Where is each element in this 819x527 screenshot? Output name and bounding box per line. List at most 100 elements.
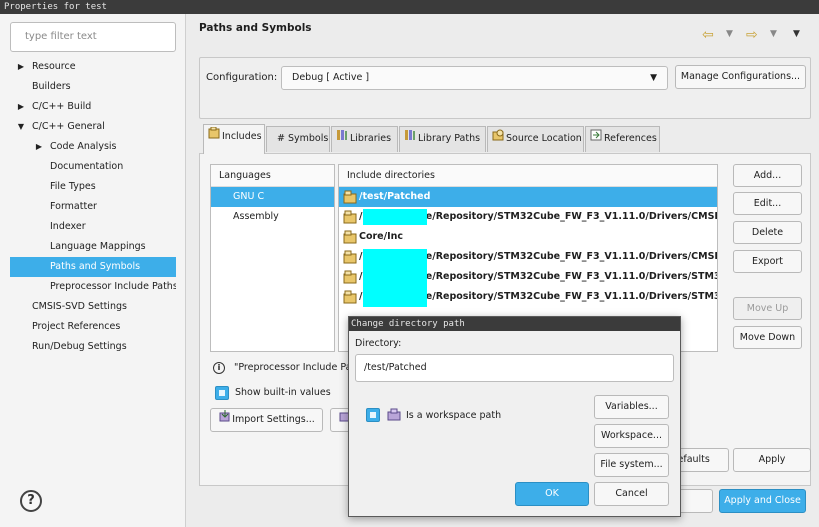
show-builtin-checkbox[interactable] [215, 386, 229, 400]
move-down-button[interactable]: Move Down [733, 326, 802, 349]
back-dropdown-icon[interactable]: ▼ [726, 29, 733, 39]
chevron-right-icon[interactable]: ▶ [16, 97, 26, 117]
configuration-label: Configuration: [206, 72, 278, 83]
ok-button[interactable]: OK [515, 482, 589, 506]
delete-button[interactable]: Delete [733, 221, 802, 244]
configuration-select[interactable]: Debug [ Active ] ▼ [281, 66, 668, 90]
manage-configurations-button[interactable]: Manage Configurations... [675, 65, 806, 89]
file-system-button[interactable]: File system... [594, 453, 669, 477]
directory-input[interactable]: /test/Patched [355, 354, 674, 382]
references-icon [590, 127, 602, 151]
include-folder-icon [343, 250, 357, 264]
back-arrow-icon[interactable]: ⇦ [702, 27, 714, 43]
dialog-cancel-button[interactable]: Cancel [594, 482, 669, 506]
variables-button[interactable]: Variables... [594, 395, 669, 419]
workspace-button[interactable]: Workspace... [594, 424, 669, 448]
view-menu-icon[interactable]: ▼ [793, 29, 800, 39]
tree-item[interactable]: Documentation [10, 157, 176, 177]
tree-item[interactable]: Language Mappings [10, 237, 176, 257]
tree-item-label: Indexer [50, 221, 86, 232]
include-folder-icon [343, 270, 357, 284]
chevron-down-icon: ▼ [650, 73, 657, 83]
language-item-assembly[interactable]: Assembly [211, 207, 334, 227]
forward-arrow-icon[interactable]: ⇨ [746, 27, 758, 43]
tree-item[interactable]: Builders [10, 77, 176, 97]
tree-item-label: CMSIS-SVD Settings [32, 301, 127, 312]
tree-item[interactable]: ▶ Code Analysis [10, 137, 176, 157]
tree-item-label: Documentation [50, 161, 124, 172]
tab-includes[interactable]: Includes [203, 124, 265, 154]
move-up-button[interactable]: Move Up [733, 297, 802, 320]
apply-button[interactable]: Apply [733, 448, 811, 472]
libraries-icon [336, 127, 348, 151]
help-icon[interactable]: ? [20, 490, 42, 512]
chevron-right-icon[interactable]: ▶ [34, 137, 44, 157]
forward-dropdown-icon[interactable]: ▼ [770, 29, 777, 39]
tree-item-label: Run/Debug Settings [32, 341, 127, 352]
redaction-block [363, 209, 427, 225]
tree-item-label: Formatter [50, 201, 97, 212]
window-title-bar[interactable]: Properties for test [0, 0, 819, 14]
tree-item-label: C/C++ General [32, 121, 105, 132]
tree-item-label: File Types [50, 181, 96, 192]
tree-item-label: Resource [32, 61, 76, 72]
tree-item-label: Builders [32, 81, 71, 92]
dialog-title: Change directory path [351, 319, 465, 329]
tree-item[interactable]: Paths and Symbols [10, 257, 176, 277]
include-directory-path: Core/Inc [359, 231, 404, 242]
chevron-right-icon[interactable]: ▶ [16, 57, 26, 77]
tab-libraries[interactable]: Libraries [331, 126, 398, 152]
tree-item[interactable]: Indexer [10, 217, 176, 237]
tab-references[interactable]: References [585, 126, 660, 152]
tree-item-label: Language Mappings [50, 241, 146, 252]
tree-item[interactable]: Formatter [10, 197, 176, 217]
show-builtin-label: Show built-in values [235, 387, 331, 398]
workspace-path-label: Is a workspace path [406, 410, 502, 421]
change-directory-dialog: Change directory path Directory: /test/P… [348, 316, 681, 517]
tree-item[interactable]: CMSIS-SVD Settings [10, 297, 176, 317]
languages-list[interactable]: Languages GNU C Assembly [210, 164, 335, 352]
tree-item[interactable]: Preprocessor Include Paths, M [10, 277, 176, 297]
import-settings-button[interactable]: Import Settings... [210, 408, 323, 432]
tab-symbols[interactable]: # Symbols [266, 126, 330, 152]
tree-item-label: Preprocessor Include Paths, M [50, 281, 176, 292]
languages-header: Languages [211, 165, 334, 187]
tree-item[interactable]: Run/Debug Settings [10, 337, 176, 357]
tree-item-label: Code Analysis [50, 141, 117, 152]
import-icon [218, 409, 232, 431]
include-folder-icon [343, 290, 357, 304]
include-folder-icon [343, 190, 357, 204]
include-directory-row[interactable]: / /STM32Cube/Repository/STM32Cube_FW_F3_… [339, 207, 717, 227]
include-folder-icon [343, 210, 357, 224]
tree-item[interactable]: ▶ C/C++ Build [10, 97, 176, 117]
tree-item-label: Project References [32, 321, 121, 332]
filter-input[interactable]: type filter text [10, 22, 176, 52]
library-paths-icon [404, 127, 416, 151]
edit-button[interactable]: Edit... [733, 192, 802, 215]
tree-item[interactable]: ▶ Resource [10, 57, 176, 77]
info-icon: i [213, 362, 225, 374]
tree-item[interactable]: ▼ C/C++ General [10, 117, 176, 137]
dialog-title-bar[interactable]: Change directory path [349, 317, 680, 331]
page-title: Paths and Symbols [199, 22, 312, 34]
include-directory-row[interactable]: /test/Patched [339, 187, 717, 207]
language-item-gnu-c[interactable]: GNU C [211, 187, 334, 207]
include-directory-row[interactable]: Core/Inc [339, 227, 717, 247]
include-directories-header: Include directories [339, 165, 717, 187]
tree-item-label: Paths and Symbols [50, 261, 141, 272]
tab-library-paths[interactable]: Library Paths [399, 126, 486, 152]
add-button[interactable]: Add... [733, 164, 802, 187]
tree-item[interactable]: Project References [10, 317, 176, 337]
include-folder-icon [343, 230, 357, 244]
tree-item[interactable]: File Types [10, 177, 176, 197]
window-title: Properties for test [4, 2, 107, 12]
info-text: "Preprocessor Include Paths, Macros etc.… [234, 362, 350, 373]
chevron-down-icon[interactable]: ▼ [16, 117, 26, 137]
workspace-path-checkbox[interactable] [366, 408, 380, 422]
export-button[interactable]: Export [733, 250, 802, 273]
source-location-icon [492, 127, 504, 151]
tab-source-location[interactable]: Source Location [487, 126, 584, 152]
apply-and-close-button[interactable]: Apply and Close [719, 489, 806, 513]
tree-item-label: C/C++ Build [32, 101, 92, 112]
redaction-block [363, 253, 427, 307]
